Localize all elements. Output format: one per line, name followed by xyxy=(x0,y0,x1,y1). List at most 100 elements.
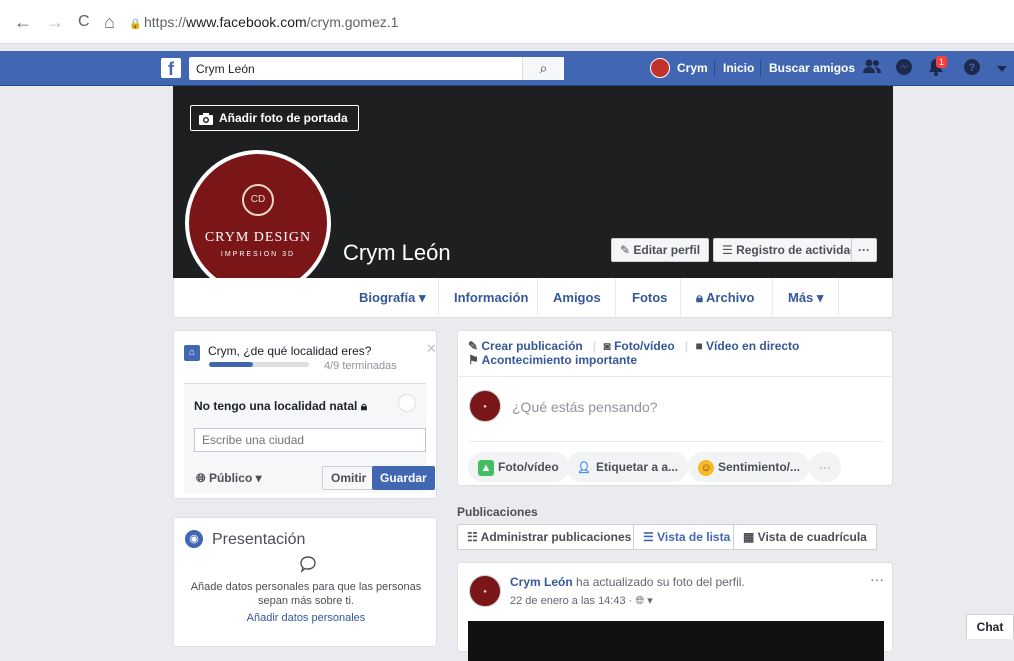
close-icon[interactable]: ✕ xyxy=(426,341,437,357)
manage-posts-label: Administrar publicaciones xyxy=(480,530,632,544)
feeling-pill-label: Sentimiento/... xyxy=(718,460,801,474)
hometown-form: No tengo una localidad natal 🔒︎ 🌐︎ Públi… xyxy=(184,383,435,493)
address-bar[interactable]: https://www.facebook.com/crym.gomez.1 xyxy=(144,14,398,30)
composer-avatar[interactable]: ● xyxy=(469,390,501,422)
grid-icon: ▦ xyxy=(743,530,758,544)
friend-requests-icon[interactable] xyxy=(862,58,882,78)
grid-view-button[interactable]: ▦ Vista de cuadrícula xyxy=(733,524,877,550)
logo-brand-text: CRYM DESIGN xyxy=(204,230,312,245)
tag-friends-pill-label: Etiquetar a a... xyxy=(596,460,679,474)
url-domain: www.facebook.com xyxy=(186,14,307,30)
post-image[interactable] xyxy=(468,621,884,661)
posts-header: Publicaciones xyxy=(457,505,538,519)
messenger-icon[interactable] xyxy=(894,58,914,78)
nav-find-friends[interactable]: Buscar amigos xyxy=(769,61,855,75)
tag-people-icon: 👤︎ xyxy=(577,461,591,474)
progress-bar xyxy=(209,362,309,367)
city-input[interactable] xyxy=(194,428,426,452)
save-button[interactable]: Guardar xyxy=(372,466,435,490)
tab-divider xyxy=(838,278,839,318)
composer-input[interactable]: ¿Qué estás pensando? xyxy=(512,399,658,415)
reload-icon[interactable]: C xyxy=(78,12,90,32)
url-prefix: https:// xyxy=(144,14,187,30)
nav-user-name[interactable]: Crym xyxy=(677,61,708,75)
live-video-tab[interactable]: ■ Vídeo en directo xyxy=(695,339,799,353)
more-options-button[interactable]: ··· xyxy=(851,238,877,262)
tab-more[interactable]: Más ▾ xyxy=(788,290,823,306)
photo-video-tab[interactable]: ◙ Foto/vídeo xyxy=(603,339,674,353)
activity-log-button[interactable]: ☰ Registro de actividad xyxy=(713,238,867,262)
search-icon[interactable]: ⌕ xyxy=(522,57,564,80)
tag-friends-pill[interactable]: 👤︎ Etiquetar a a... xyxy=(566,452,689,482)
photo-video-label: Foto/vídeo xyxy=(614,339,675,353)
forward-icon[interactable]: → xyxy=(46,12,64,32)
list-view-label: Vista de lista xyxy=(657,530,731,544)
globe-icon: ◉ xyxy=(185,530,203,548)
tab-divider xyxy=(438,278,439,318)
divider: | xyxy=(684,339,689,353)
photo-video-pill[interactable]: ▲ Foto/vídeo xyxy=(468,452,569,482)
edit-profile-button[interactable]: ✎ Editar perfil xyxy=(611,238,710,262)
profile-name[interactable]: Crym León xyxy=(343,240,451,266)
grid-view-label: Vista de cuadrícula xyxy=(757,530,867,544)
no-hometown-label: No tengo una localidad natal 🔒︎ xyxy=(194,399,367,414)
nav-divider xyxy=(760,60,761,77)
tab-divider xyxy=(615,278,616,318)
nav-home[interactable]: Inicio xyxy=(723,61,754,75)
hometown-prompt-card: ⌂ Crym, ¿de qué localidad eres? ✕ 4/9 te… xyxy=(173,330,437,499)
url-path: /crym.gomez.1 xyxy=(306,14,399,30)
user-avatar[interactable] xyxy=(650,58,670,78)
tab-friends[interactable]: Amigos xyxy=(553,290,601,305)
tab-archive[interactable]: 🔒︎ Archivo xyxy=(696,290,754,306)
add-cover-photo-button[interactable]: Añadir foto de portada xyxy=(190,105,359,131)
profile-picture[interactable]: CD CRYM DESIGN IMPRESION 3D xyxy=(185,150,331,296)
life-event-label: Acontecimiento importante xyxy=(481,353,638,367)
pencil-icon: ✎ xyxy=(468,339,482,353)
life-event-tab[interactable]: ⚑ Acontecimiento importante xyxy=(468,353,637,367)
search-input[interactable] xyxy=(189,57,519,80)
profile-tabs: Biografía ▾ Información Amigos Fotos 🔒︎ … xyxy=(173,278,893,318)
tab-divider xyxy=(537,278,538,318)
account-menu-icon[interactable] xyxy=(992,58,1012,78)
privacy-label: Público ▾ xyxy=(208,471,262,485)
create-post-tab[interactable]: ✎ Crear publicación xyxy=(468,339,583,353)
divider: | xyxy=(592,339,597,353)
post-author[interactable]: Crym León xyxy=(510,575,573,589)
activity-log-label: Registro de actividad xyxy=(736,243,858,257)
list-view-button[interactable]: ☰ Vista de lista xyxy=(633,524,741,550)
post-timestamp[interactable]: 22 de enero a las 14:43 · 🌐︎ ▾ xyxy=(510,594,653,608)
omit-button[interactable]: Omitir xyxy=(322,466,376,490)
privacy-selector[interactable]: 🌐︎ Público ▾ xyxy=(196,471,262,486)
tab-archive-label: Archivo xyxy=(706,290,755,305)
search-box: ⌕ xyxy=(189,57,564,80)
tab-information[interactable]: Información xyxy=(454,290,528,305)
tab-photos[interactable]: Fotos xyxy=(632,290,667,305)
smiley-icon: ☺ xyxy=(698,459,714,476)
manage-posts-button[interactable]: ☷ Administrar publicaciones xyxy=(457,524,642,550)
chat-button[interactable]: Chat xyxy=(966,614,1014,639)
tab-biography[interactable]: Biografía ▾ xyxy=(359,290,425,306)
home-icon: ⌂ xyxy=(184,345,200,361)
tab-divider xyxy=(680,278,681,318)
lock-icon: 🔒︎ xyxy=(360,399,368,413)
more-options-pill[interactable]: ··· xyxy=(809,452,841,482)
post-options-icon[interactable]: ··· xyxy=(870,571,884,587)
flag-icon: ⚑ xyxy=(468,353,482,367)
logo-sub-text: IMPRESION 3D xyxy=(220,251,296,258)
globe-icon: 🌐︎ xyxy=(196,471,209,485)
speech-bubble-icon xyxy=(299,555,317,578)
facebook-logo[interactable]: f xyxy=(161,58,181,79)
tab-divider xyxy=(772,278,773,318)
post-header: Crym León ha actualizado su foto del per… xyxy=(510,575,745,589)
back-icon[interactable]: ← xyxy=(14,12,32,32)
add-personal-data-link[interactable]: Añadir datos personales xyxy=(174,612,438,624)
lock-icon: 🔒 xyxy=(129,19,142,30)
svg-text:?: ? xyxy=(969,62,976,74)
feeling-pill[interactable]: ☺ Sentimiento/... xyxy=(688,452,811,482)
no-hometown-radio[interactable] xyxy=(398,394,416,412)
progress-text: 4/9 terminadas xyxy=(324,360,397,372)
post-author-avatar[interactable]: ● xyxy=(469,575,501,607)
video-camera-icon: ■ xyxy=(695,339,707,353)
help-icon[interactable]: ? xyxy=(962,58,982,78)
home-icon[interactable]: ⌂ xyxy=(104,12,115,32)
